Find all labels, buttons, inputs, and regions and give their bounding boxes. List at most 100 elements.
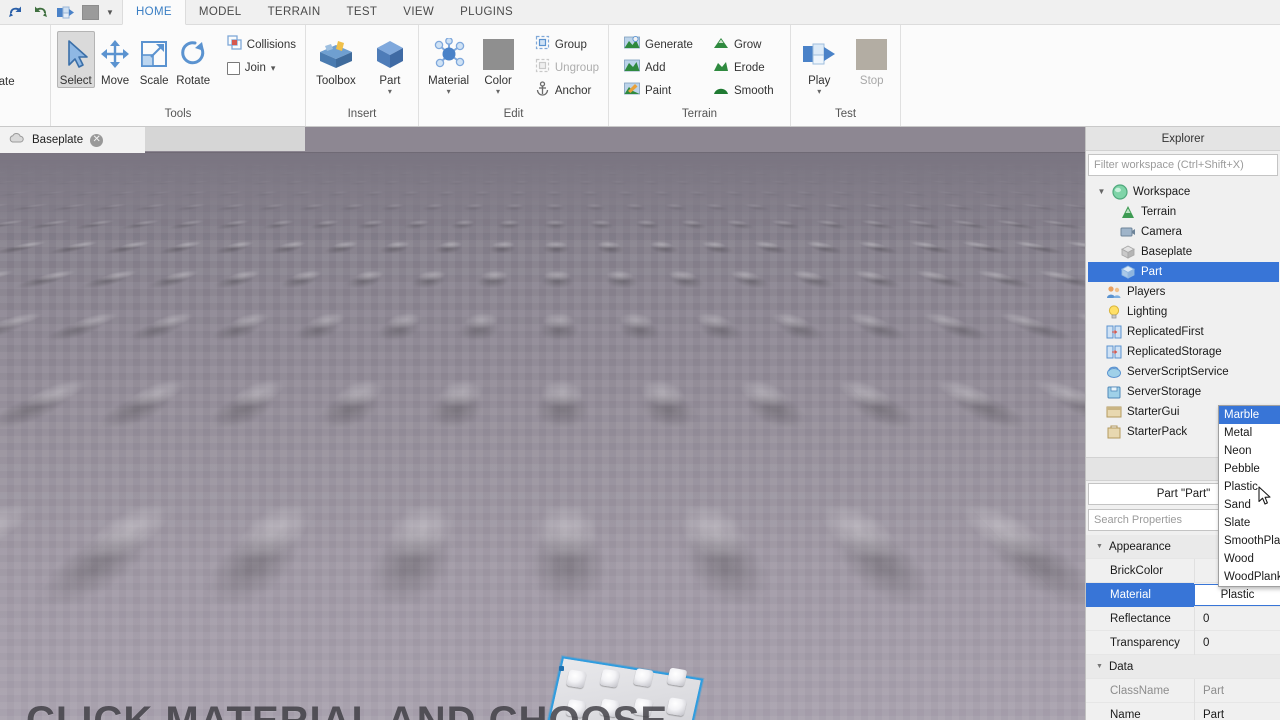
- duplicate-button[interactable]: uplicate: [0, 73, 15, 91]
- starter-gui-icon: [1106, 404, 1122, 420]
- starter-pack-icon: [1106, 424, 1122, 440]
- material-caret-icon[interactable]: ▾: [447, 88, 451, 96]
- scale-tool-button[interactable]: Scale: [136, 31, 173, 87]
- toolbox-button[interactable]: Toolbox: [312, 31, 360, 87]
- color-button[interactable]: Color ▾: [476, 31, 520, 96]
- material-dropdown-menu[interactable]: Marble Metal Neon Pebble Plastic Sand Sl…: [1218, 405, 1280, 587]
- explorer-filter-input[interactable]: Filter workspace (Ctrl+Shift+X): [1088, 154, 1278, 176]
- material-button[interactable]: Material ▾: [425, 31, 472, 96]
- property-name: ▼ Appearance: [1086, 535, 1194, 559]
- redo-icon[interactable]: [29, 2, 51, 23]
- expand-twisty-icon[interactable]: ▼: [1096, 182, 1107, 202]
- material-option-slate[interactable]: Slate: [1219, 514, 1280, 532]
- anchor-button[interactable]: Anchor: [532, 81, 602, 101]
- tree-item-players[interactable]: Players: [1088, 282, 1279, 302]
- part-insert-button[interactable]: Part ▾: [368, 31, 412, 96]
- selected-part[interactable]: [545, 656, 715, 720]
- terrain-generate-button[interactable]: Generate: [621, 35, 696, 55]
- property-category-label: Appearance: [1108, 540, 1171, 553]
- property-row-name[interactable]: Name Part: [1086, 702, 1280, 720]
- color-swatch[interactable]: [79, 2, 101, 23]
- terrain-add-icon: [624, 58, 640, 78]
- property-value[interactable]: 0: [1194, 606, 1280, 631]
- ribbon-tab-test[interactable]: TEST: [334, 0, 391, 25]
- tree-item-replicatedfirst[interactable]: ReplicatedFirst: [1088, 322, 1279, 342]
- undo-icon[interactable]: [4, 2, 26, 23]
- customize-caret-icon[interactable]: ▼: [104, 2, 116, 23]
- ribbon-tab-plugins[interactable]: PLUGINS: [447, 0, 526, 25]
- document-tab-baseplate[interactable]: Baseplate ✕: [0, 127, 145, 153]
- stop-button[interactable]: Stop: [850, 31, 895, 87]
- place-cloud-icon: [8, 131, 25, 149]
- ribbon-tab-terrain[interactable]: TERRAIN: [255, 0, 334, 25]
- play-button[interactable]: Play ▾: [797, 31, 842, 96]
- tree-item-terrain[interactable]: Terrain: [1088, 202, 1279, 222]
- part-icon: [1120, 264, 1136, 280]
- property-value: Part: [1194, 678, 1280, 703]
- tree-label: Part: [1141, 266, 1163, 278]
- property-row-reflectance[interactable]: Reflectance 0: [1086, 606, 1280, 631]
- terrain-add-button[interactable]: Add: [621, 58, 696, 78]
- join-checkbox-icon[interactable]: [226, 61, 240, 75]
- 3d-viewport[interactable]: CLICK MATERIAL AND CHOOSE SMOOTHPLASTIC: [0, 153, 1085, 720]
- terrain-grow-button[interactable]: Grow: [710, 35, 777, 55]
- baseplate-ground: [0, 153, 1085, 720]
- material-option-neon[interactable]: Neon: [1219, 442, 1280, 460]
- join-caret-icon[interactable]: ▾: [271, 63, 276, 74]
- material-option-plastic[interactable]: Plastic: [1219, 478, 1280, 496]
- property-value[interactable]: 0: [1194, 630, 1280, 655]
- ungroup-button[interactable]: Ungroup: [532, 58, 602, 78]
- tree-item-camera[interactable]: Camera: [1088, 222, 1279, 242]
- color-caret-icon[interactable]: ▾: [496, 88, 500, 96]
- material-option-woodplanks[interactable]: WoodPlanks: [1219, 568, 1280, 586]
- material-option-pebble[interactable]: Pebble: [1219, 460, 1280, 478]
- property-name: ClassName: [1110, 684, 1170, 697]
- property-row-transparency[interactable]: Transparency 0: [1086, 630, 1280, 655]
- explorer-title: Explorer: [1086, 127, 1280, 151]
- terrain-erode-button[interactable]: Erode: [710, 58, 777, 78]
- material-atom-icon: [431, 34, 467, 74]
- property-category-data[interactable]: ▼ Data: [1086, 655, 1280, 679]
- tree-label: ReplicatedStorage: [1127, 346, 1222, 358]
- collapse-twisty-icon[interactable]: ▼: [1096, 655, 1103, 679]
- ribbon-group-edit: Material ▾ Color ▾ Group Ungroup Anchor …: [418, 25, 608, 126]
- ribbon-tab-model[interactable]: MODEL: [186, 0, 255, 25]
- join-toggle[interactable]: Join ▾: [224, 58, 299, 78]
- material-option-wood[interactable]: Wood: [1219, 550, 1280, 568]
- cut-button[interactable]: ut: [0, 53, 15, 71]
- select-tool-button[interactable]: Select: [57, 31, 95, 88]
- tree-item-workspace[interactable]: ▼ Workspace: [1088, 182, 1279, 202]
- collapse-twisty-icon[interactable]: ▼: [1096, 535, 1103, 559]
- material-option-metal[interactable]: Metal: [1219, 424, 1280, 442]
- terrain-paint-button[interactable]: Paint: [621, 81, 696, 101]
- ribbon-tab-home[interactable]: HOME: [122, 0, 186, 25]
- tree-item-baseplate[interactable]: Baseplate: [1088, 242, 1279, 262]
- players-icon: [1106, 284, 1122, 300]
- move-tool-button[interactable]: Move: [97, 31, 134, 87]
- copy-button[interactable]: opy: [0, 33, 15, 51]
- material-label: Material: [428, 75, 470, 87]
- properties-object-label: Part "Part": [1156, 488, 1211, 500]
- close-icon[interactable]: ✕: [90, 133, 104, 147]
- tree-item-serverstorage[interactable]: ServerStorage: [1088, 382, 1279, 402]
- tree-item-replicatedstorage[interactable]: ReplicatedStorage: [1088, 342, 1279, 362]
- part-caret-icon[interactable]: ▾: [388, 88, 392, 96]
- ribbon-tab-view[interactable]: VIEW: [390, 0, 447, 25]
- run-icon[interactable]: [54, 2, 76, 23]
- material-option-smoothplastic[interactable]: SmoothPlastic: [1219, 532, 1280, 550]
- tree-item-part[interactable]: Part: [1088, 262, 1279, 282]
- tree-item-serverscriptservice[interactable]: ServerScriptService: [1088, 362, 1279, 382]
- move-arrows-icon: [99, 34, 131, 74]
- terrain-smooth-button[interactable]: Smooth: [710, 81, 777, 101]
- material-option-marble[interactable]: Marble: [1219, 406, 1280, 424]
- property-name: BrickColor: [1110, 564, 1164, 577]
- collisions-toggle[interactable]: Collisions: [224, 35, 299, 55]
- property-value[interactable]: Part: [1194, 702, 1280, 720]
- tree-item-lighting[interactable]: Lighting: [1088, 302, 1279, 322]
- material-option-sand[interactable]: Sand: [1219, 496, 1280, 514]
- play-caret-icon[interactable]: ▾: [817, 88, 821, 96]
- property-name: Transparency: [1110, 636, 1180, 649]
- rotate-tool-button[interactable]: Rotate: [175, 31, 212, 87]
- title-bar: ▼ HOME MODEL TERRAIN TEST VIEW PLUGINS: [0, 0, 1280, 25]
- group-button[interactable]: Group: [532, 35, 602, 55]
